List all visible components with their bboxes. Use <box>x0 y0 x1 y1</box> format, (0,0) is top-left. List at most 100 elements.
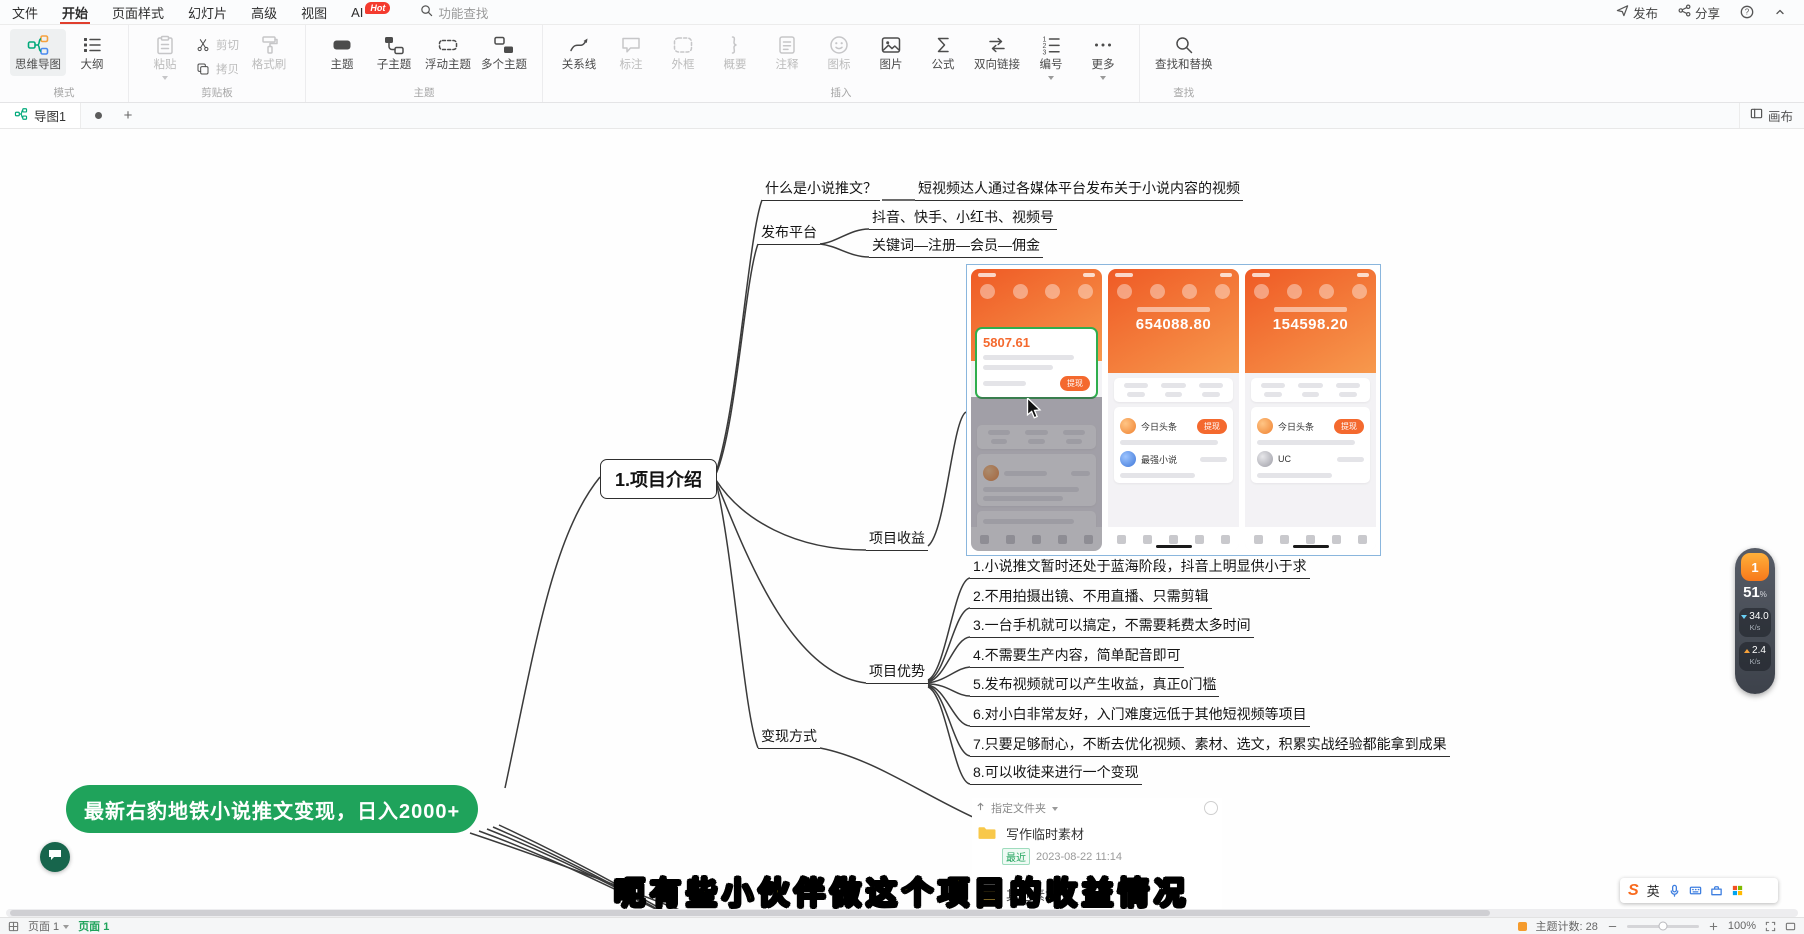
placeholder-bar <box>983 355 1074 360</box>
insert-icon-button[interactable]: 图标 <box>813 29 865 76</box>
central-topic[interactable]: 1.项目介绍 <box>600 459 717 499</box>
add-tab-button[interactable]: + <box>118 107 138 124</box>
branch-what-is[interactable]: 什么是小说推文？ <box>762 180 880 201</box>
search-icon <box>420 4 433 20</box>
video-subtitle: 呃有些小伙伴做这个项目的收益情况 <box>614 868 1190 913</box>
folder-item[interactable]: 写作临时素材 <box>972 818 1222 846</box>
feature-search[interactable]: 功能查找 <box>420 3 488 22</box>
ime-toolbar[interactable]: S 英 <box>1620 878 1778 903</box>
advantage-item-4[interactable]: 4.不需要生产内容，简单配音即可 <box>970 647 1184 668</box>
advantage-item-7[interactable]: 7.只要足够耐心，不断去优化视频、素材、选文，积累实战经验都能拿到成果 <box>970 736 1450 757</box>
find-replace-label: 查找和替换 <box>1155 59 1213 72</box>
mic-icon[interactable] <box>1668 884 1681 897</box>
withdraw-button: 提现 <box>1060 376 1090 391</box>
format-painter-button[interactable]: 格式刷 <box>243 29 295 76</box>
branch-monetization[interactable]: 变现方式 <box>758 728 820 749</box>
ime-mode-label[interactable]: 英 <box>1647 881 1660 900</box>
summary-label: 概要 <box>724 59 747 72</box>
multi-topic-button[interactable]: 多个主题 <box>476 29 532 76</box>
floating-topic-button[interactable]: 浮动主题 <box>420 29 476 76</box>
network-monitor-widget[interactable]: 1 51% 34.0 K/s 2.4 K/s <box>1735 548 1775 694</box>
menu-home[interactable]: 开始 <box>50 0 100 24</box>
keyboard-icon[interactable] <box>1689 884 1702 897</box>
find-replace-button[interactable]: 查找和替换 <box>1150 29 1218 76</box>
branch-platforms[interactable]: 发布平台 <box>758 224 820 245</box>
help-button[interactable]: ? <box>1732 5 1762 19</box>
phone-mockup-2: 654088.80 今日头条 提现 最强小说 <box>1108 269 1239 551</box>
mode-group-label: 模式 <box>0 85 128 100</box>
assistant-chat-button[interactable] <box>40 842 70 872</box>
branch-what-is-child[interactable]: 短视频达人通过各媒体平台发布关于小说内容的视频 <box>915 180 1243 201</box>
document-tab-bar: 导图1 + 画布 <box>0 102 1804 129</box>
relation-line-icon <box>567 33 591 57</box>
zoom-level[interactable]: 100% <box>1728 920 1756 932</box>
topic-group-label: 主题 <box>306 85 542 100</box>
advantage-item-5[interactable]: 5.发布视频就可以产生收益，真正0门槛 <box>970 676 1219 697</box>
collapse-ribbon-button[interactable] <box>1766 6 1794 18</box>
grid-menu-icon[interactable] <box>1731 884 1744 897</box>
recent-tag: 最近 <box>1002 848 1030 865</box>
menu-view[interactable]: 视图 <box>289 0 339 24</box>
advantage-item-2[interactable]: 2.不用拍摄出镜、不用直播、只需剪辑 <box>970 588 1212 609</box>
subtopic-button[interactable]: 子主题 <box>368 29 420 76</box>
numbering-button[interactable]: 123 编号 <box>1025 29 1077 84</box>
insert-image-button[interactable]: 图片 <box>865 29 917 76</box>
copy-button[interactable]: 拷贝 <box>191 59 243 79</box>
topic-count-label: 主题计数: 28 <box>1536 918 1598 934</box>
relation-line-button[interactable]: 关系线 <box>553 29 605 76</box>
menu-slides[interactable]: 幻灯片 <box>176 0 239 24</box>
zoom-out-button[interactable] <box>1607 921 1618 932</box>
note-button[interactable]: 注释 <box>761 29 813 76</box>
horizontal-scrollbar[interactable] <box>6 909 1798 917</box>
mindmap-mode-button[interactable]: 思维导图 <box>10 29 66 76</box>
toolbox-icon[interactable] <box>1710 884 1723 897</box>
floating-topic-label: 浮动主题 <box>425 59 471 72</box>
document-tab[interactable]: 导图1 <box>0 102 81 128</box>
active-page-tab[interactable]: 页面 1 <box>78 918 109 934</box>
share-button[interactable]: 分享 <box>1670 3 1728 22</box>
tab-mindmap-icon <box>14 107 28 124</box>
page-menu[interactable]: 页面 1 <box>28 918 69 934</box>
formula-button[interactable]: 公式 <box>917 29 969 76</box>
cut-button[interactable]: 剪切 <box>191 35 243 55</box>
mindmap-canvas[interactable]: 最新右豹地铁小说推文变现，日入2000+ 1.项目介绍 什么是小说推文？ 短视频… <box>0 128 1804 918</box>
advantage-item-8[interactable]: 8.可以收徒来进行一个变现 <box>970 764 1142 785</box>
summary-button[interactable]: 概要 <box>709 29 761 76</box>
menu-ai[interactable]: AI Hot <box>339 0 402 24</box>
branch-advantages[interactable]: 项目优势 <box>866 663 928 684</box>
callout-button[interactable]: 标注 <box>605 29 657 76</box>
smiley-icon <box>827 33 851 57</box>
advantage-item-1[interactable]: 1.小说推文暂时还处于蓝海阶段，抖音上明显供小于求 <box>970 558 1310 579</box>
page-overview-icon[interactable] <box>8 921 19 932</box>
withdraw-button: 提现 <box>1334 419 1364 434</box>
menu-page-style[interactable]: 页面样式 <box>100 0 176 24</box>
menu-advanced[interactable]: 高级 <box>239 0 289 24</box>
menu-file[interactable]: 文件 <box>0 0 50 24</box>
zoom-in-button[interactable] <box>1708 921 1719 932</box>
chat-bubble-icon <box>47 848 63 867</box>
zoom-slider-thumb[interactable] <box>1658 922 1667 931</box>
advantage-item-3[interactable]: 3.一台手机就可以搞定，不需要耗费太多时间 <box>970 617 1254 638</box>
boundary-button[interactable]: 外框 <box>657 29 709 76</box>
phone3-app1-name: 今日头条 <box>1278 420 1314 433</box>
zoom-slider[interactable] <box>1627 925 1699 928</box>
branch-platform-list[interactable]: 抖音、快手、小红书、视频号 <box>869 209 1057 230</box>
info-circle-icon <box>1204 801 1218 815</box>
scrollbar-thumb[interactable] <box>10 910 1490 916</box>
bidirectional-link-button[interactable]: 双向链接 <box>969 29 1025 76</box>
paste-button[interactable]: 粘贴 <box>139 29 191 84</box>
root-topic[interactable]: 最新右豹地铁小说推文变现，日入2000+ <box>66 785 478 833</box>
publish-button[interactable]: 发布 <box>1608 3 1666 22</box>
selected-earnings-card: 5807.61 提现 <box>975 327 1098 399</box>
boundary-icon <box>671 33 695 57</box>
branch-income[interactable]: 项目收益 <box>866 530 928 551</box>
publish-label: 发布 <box>1633 3 1658 22</box>
branch-keyword-flow[interactable]: 关键词—注册—会员—佣金 <box>869 237 1043 258</box>
fullscreen-button[interactable] <box>1785 921 1796 932</box>
more-button[interactable]: 更多 <box>1077 29 1129 84</box>
fit-screen-button[interactable] <box>1765 921 1776 932</box>
canvas-panel-button[interactable]: 画布 <box>1739 102 1804 128</box>
outline-mode-button[interactable]: 大纲 <box>66 29 118 76</box>
topic-button[interactable]: 主题 <box>316 29 368 76</box>
advantage-item-6[interactable]: 6.对小白非常友好，入门难度远低于其他短视频等项目 <box>970 706 1310 727</box>
